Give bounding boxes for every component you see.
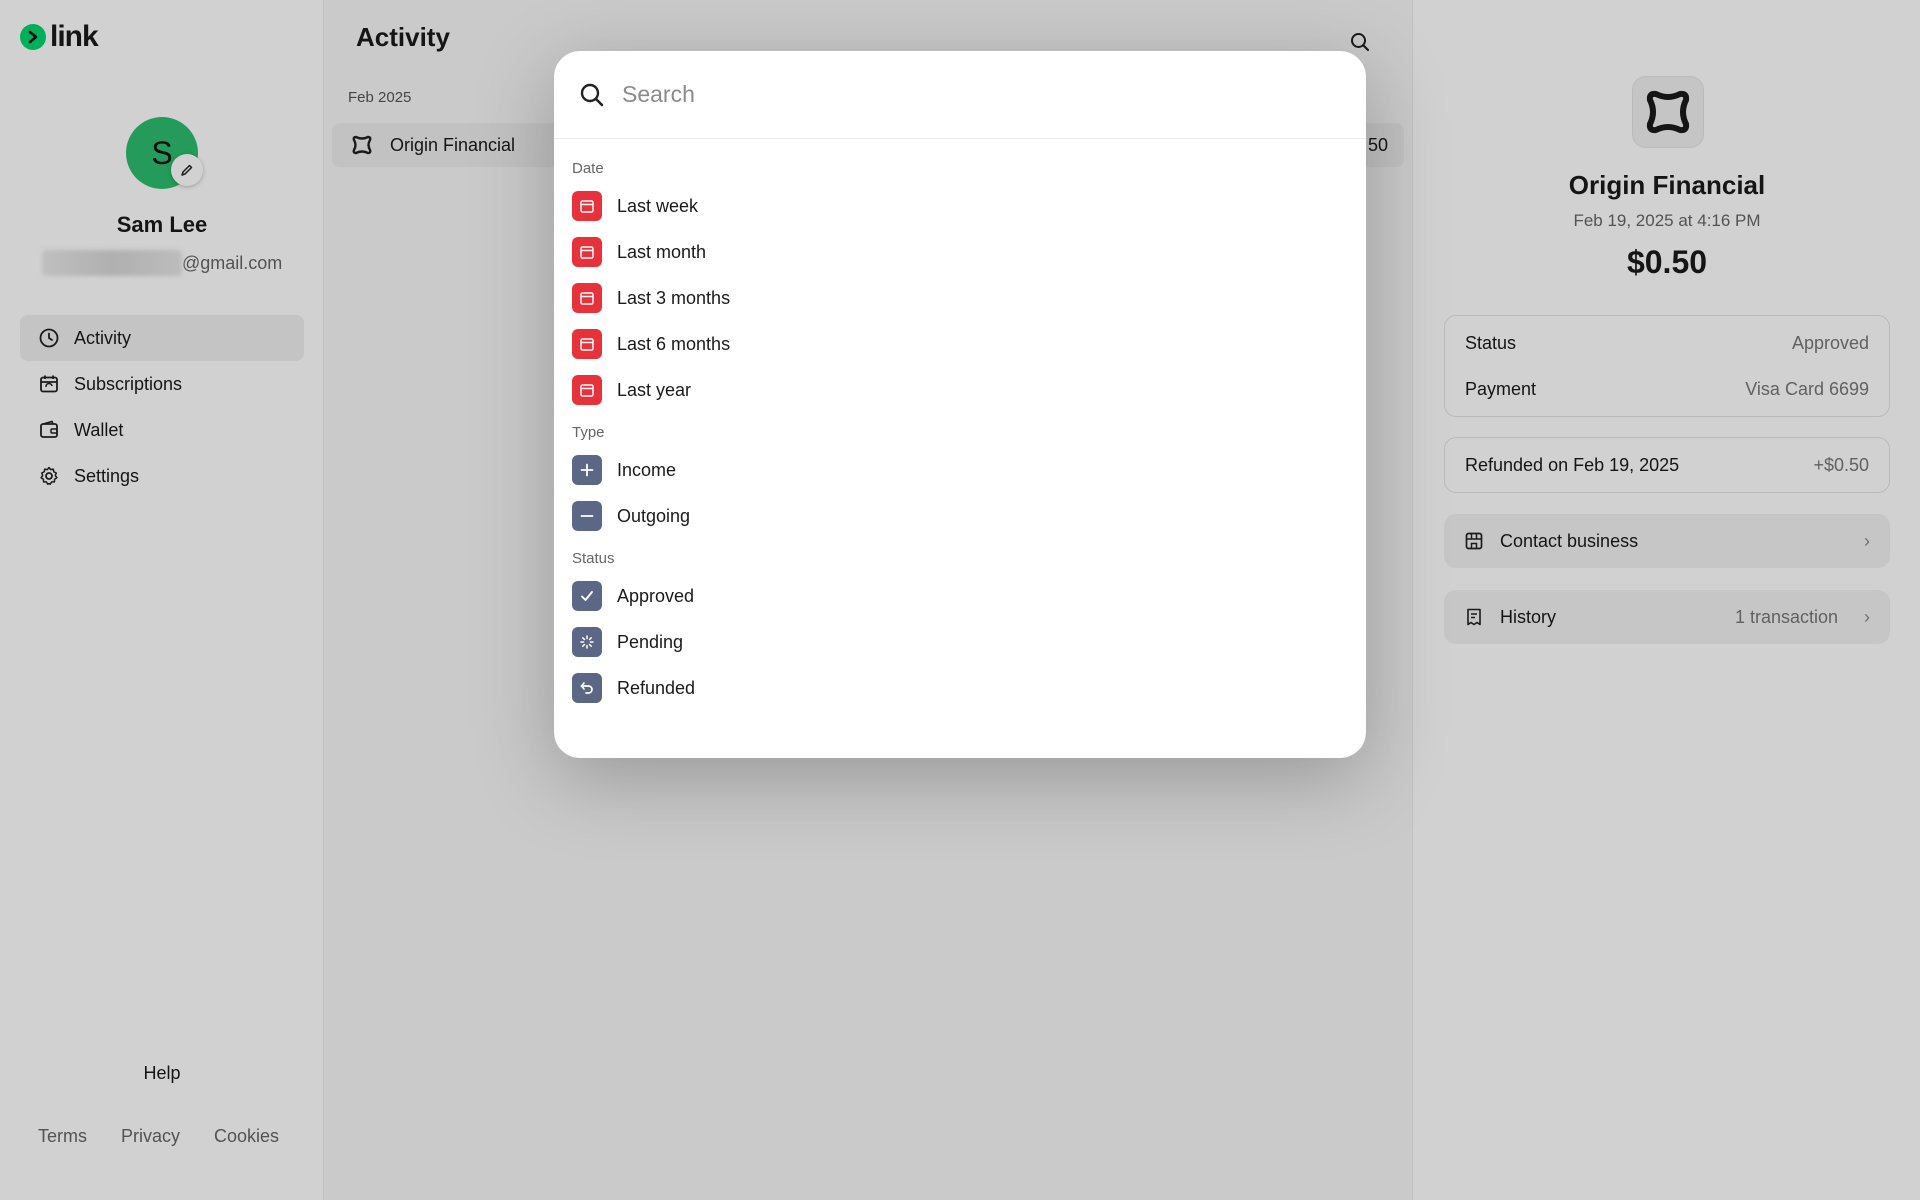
filter-option-label: Refunded	[617, 677, 696, 698]
calendar-icon	[572, 283, 602, 313]
section-label-date: Date	[572, 160, 604, 177]
search-input[interactable]	[620, 80, 1304, 109]
filter-option-label: Approved	[617, 585, 695, 606]
search-modal: Date Last week Last month Last 3 months …	[554, 51, 1366, 758]
calendar-icon	[572, 375, 602, 405]
calendar-icon	[572, 191, 602, 221]
filter-option-pending[interactable]: Pending	[554, 619, 1366, 665]
calendar-icon	[572, 329, 602, 359]
checkmark-icon	[572, 581, 602, 611]
filter-option-label: Income	[617, 459, 677, 480]
calendar-icon	[572, 237, 602, 267]
filter-option-income[interactable]: Income	[554, 447, 1366, 493]
filter-option-label: Last 6 months	[617, 333, 731, 354]
filter-option-outgoing[interactable]: Outgoing	[554, 493, 1366, 539]
filter-option-label: Pending	[617, 631, 684, 652]
filter-option-label: Outgoing	[617, 505, 691, 526]
minus-icon	[572, 501, 602, 531]
filter-option-label: Last 3 months	[617, 287, 731, 308]
filter-option-refunded[interactable]: Refunded	[554, 665, 1366, 711]
search-icon	[580, 83, 604, 106]
filter-option-approved[interactable]: Approved	[554, 573, 1366, 619]
section-label-type: Type	[572, 424, 605, 441]
spinner-icon	[572, 627, 602, 657]
filter-option-last-3-months[interactable]: Last 3 months	[554, 275, 1366, 321]
filter-option-label: Last month	[617, 241, 707, 262]
section-label-status: Status	[572, 550, 615, 567]
modal-search-bar	[554, 51, 1366, 139]
filter-option-last-year[interactable]: Last year	[554, 367, 1366, 413]
filter-option-label: Last week	[617, 195, 699, 216]
plus-icon	[572, 455, 602, 485]
undo-arrow-icon	[572, 673, 602, 703]
filter-option-last-6-months[interactable]: Last 6 months	[554, 321, 1366, 367]
filter-option-last-week[interactable]: Last week	[554, 183, 1366, 229]
filter-option-last-month[interactable]: Last month	[554, 229, 1366, 275]
filter-option-label: Last year	[617, 379, 692, 400]
